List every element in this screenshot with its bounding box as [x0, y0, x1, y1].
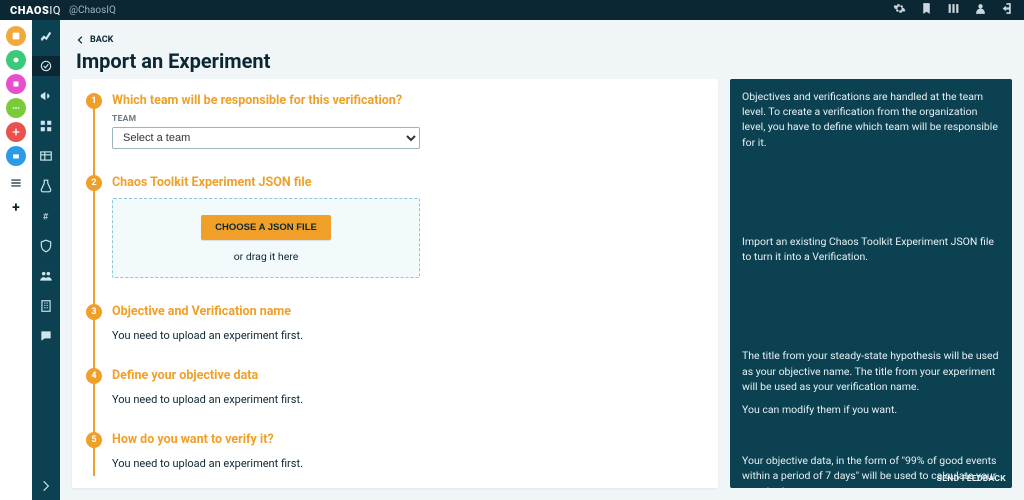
org-dot-5[interactable] — [6, 122, 26, 142]
nav-verifications[interactable] — [32, 56, 60, 76]
step-1-title: Which team will be responsible for this … — [112, 93, 700, 108]
choose-file-button[interactable]: CHOOSE A JSON FILE — [201, 215, 331, 240]
logout-icon[interactable] — [1001, 2, 1014, 18]
org-dot-2[interactable] — [6, 50, 26, 70]
help-step-3: The title from your steady-state hypothe… — [742, 348, 1000, 425]
org-dot-4[interactable] — [6, 98, 26, 118]
org-dot-3[interactable] — [6, 74, 26, 94]
svg-text:#: # — [43, 212, 49, 223]
org-rail: + — [0, 20, 32, 500]
gear-icon[interactable] — [893, 2, 906, 18]
step-number-5: 5 — [86, 432, 102, 448]
step-number-1: 1 — [86, 93, 102, 109]
side-nav: # — [32, 20, 60, 500]
page-title: Import an Experiment — [76, 49, 1008, 73]
nav-chat[interactable] — [32, 326, 60, 346]
step-5: 5 How do you want to verify it? You need… — [86, 432, 700, 470]
page-header: BACK Import an Experiment — [60, 20, 1024, 79]
help-column: Objectives and verifications are handled… — [730, 79, 1012, 488]
help-text-3a: The title from your steady-state hypothe… — [742, 348, 1000, 394]
nav-broadcast[interactable] — [32, 86, 60, 106]
nav-expand[interactable] — [32, 476, 60, 496]
nav-shield[interactable] — [32, 236, 60, 256]
avatar-icon[interactable] — [974, 2, 987, 18]
nav-tag[interactable]: # — [32, 206, 60, 226]
step-number-4: 4 — [86, 368, 102, 384]
step-3-title: Objective and Verification name — [112, 304, 700, 319]
step-1: 1 Which team will be responsible for thi… — [86, 93, 700, 149]
library-icon[interactable] — [947, 2, 960, 18]
form-card: 1 Which team will be responsible for thi… — [72, 79, 718, 488]
step-number-2: 2 — [86, 175, 102, 191]
brand-prefix: CHAOS — [10, 4, 49, 17]
step-number-3: 3 — [86, 304, 102, 320]
topbar-actions — [893, 2, 1014, 18]
nav-dashboard[interactable] — [32, 116, 60, 136]
org-dot-6[interactable] — [6, 146, 26, 166]
nav-building[interactable] — [32, 296, 60, 316]
step-timeline — [93, 103, 95, 476]
help-text-2: Import an existing Chaos Toolkit Experim… — [742, 234, 1000, 264]
main-area: BACK Import an Experiment 1 Which team w… — [60, 20, 1024, 500]
top-bar: CHAOSIQ @ChaosIQ — [0, 0, 1024, 20]
bookmark-icon[interactable] — [920, 2, 933, 18]
back-label: BACK — [90, 35, 113, 45]
list-icon[interactable] — [9, 176, 23, 190]
nav-table[interactable] — [32, 146, 60, 166]
step-3: 3 Objective and Verification name You ne… — [86, 304, 700, 342]
step-4-placeholder: You need to upload an experiment first. — [112, 393, 700, 406]
help-step-2: Import an existing Chaos Toolkit Experim… — [742, 234, 1000, 272]
step-2: 2 Chaos Toolkit Experiment JSON file CHO… — [86, 175, 700, 278]
add-org-button[interactable]: + — [12, 200, 20, 216]
arrow-left-icon — [76, 35, 86, 45]
help-text-3b: You can modify them if you want. — [742, 402, 1000, 417]
team-select[interactable]: Select a team — [112, 127, 420, 149]
step-5-placeholder: You need to upload an experiment first. — [112, 457, 700, 470]
drag-hint: or drag it here — [125, 250, 407, 263]
help-text-1: Objectives and verifications are handled… — [742, 89, 1000, 150]
org-dot-1[interactable] — [6, 26, 26, 46]
back-link[interactable]: BACK — [76, 35, 113, 45]
nav-insights[interactable] — [32, 26, 60, 46]
help-step-1: Objectives and verifications are handled… — [742, 87, 1000, 158]
team-field-label: TEAM — [112, 114, 700, 124]
brand-suffix: IQ — [49, 4, 61, 17]
file-dropzone[interactable]: CHOOSE A JSON FILE or drag it here — [112, 198, 420, 278]
brand-logo[interactable]: CHAOSIQ — [10, 4, 61, 17]
step-4-title: Define your objective data — [112, 368, 700, 383]
nav-experiment[interactable] — [32, 176, 60, 196]
send-feedback-button[interactable]: SEND FEEDBACK — [937, 474, 1006, 484]
step-2-title: Chaos Toolkit Experiment JSON file — [112, 175, 700, 190]
nav-team[interactable] — [32, 266, 60, 286]
org-label[interactable]: @ChaosIQ — [69, 5, 116, 16]
step-5-title: How do you want to verify it? — [112, 432, 700, 447]
step-3-placeholder: You need to upload an experiment first. — [112, 329, 700, 342]
step-4: 4 Define your objective data You need to… — [86, 368, 700, 406]
